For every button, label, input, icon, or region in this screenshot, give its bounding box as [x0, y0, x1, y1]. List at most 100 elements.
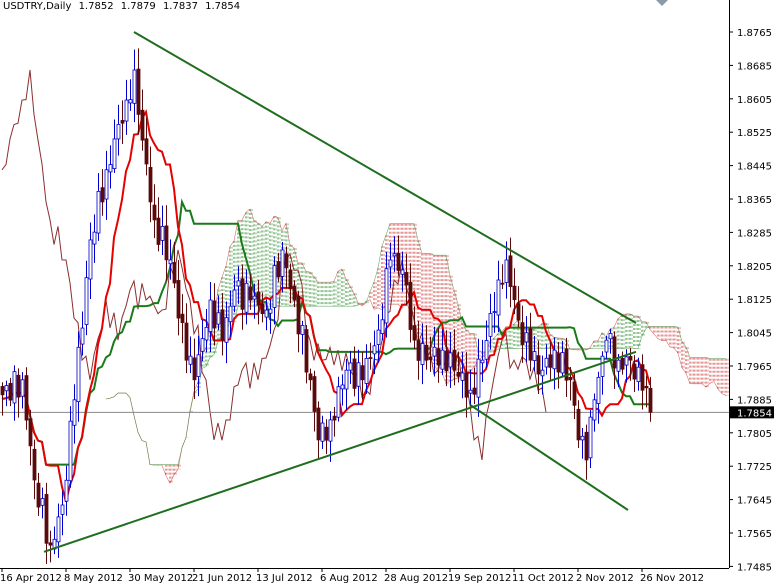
price-tick-label: 1.8765	[737, 28, 772, 39]
candle	[524, 316, 529, 363]
candle	[552, 337, 557, 390]
candle-body	[168, 259, 173, 265]
candle-body	[476, 358, 481, 398]
candle-body	[604, 339, 609, 353]
date-label: 11 Oct 2012	[512, 573, 574, 584]
candle	[128, 79, 133, 111]
candle	[24, 367, 29, 430]
candle-body	[44, 494, 49, 544]
candle-body	[576, 408, 581, 441]
candle-body	[304, 329, 309, 373]
candle-body	[180, 313, 185, 324]
candle-body	[4, 385, 9, 392]
price-tick-label: 1.8045	[737, 329, 772, 340]
price-tick-label: 1.8685	[737, 61, 772, 72]
candle	[20, 372, 25, 409]
candle-body	[520, 322, 525, 345]
date-label: 16 Apr 2012	[0, 573, 62, 584]
candle	[4, 380, 9, 407]
candle-body	[648, 387, 653, 413]
candle	[520, 305, 525, 363]
candle-body	[100, 187, 105, 203]
candle-body	[132, 69, 137, 104]
candle-body	[444, 350, 449, 372]
candle-body	[608, 333, 613, 340]
candle	[100, 169, 105, 216]
candle	[152, 184, 157, 239]
candle-body	[276, 261, 281, 278]
shift-marker-icon	[656, 0, 668, 6]
candle	[136, 48, 141, 135]
date-label: 30 May 2012	[128, 573, 193, 584]
candle-body	[516, 303, 521, 321]
candle-body	[56, 516, 61, 543]
candle	[348, 351, 353, 384]
candle	[192, 338, 197, 400]
candle-body	[380, 319, 385, 334]
candle-body	[48, 542, 53, 546]
candle-body	[8, 383, 13, 401]
candle-body	[632, 363, 637, 380]
candle-body	[324, 426, 329, 441]
candle	[592, 393, 597, 432]
candle	[216, 295, 221, 331]
candle	[336, 376, 341, 422]
candle-body	[412, 325, 417, 341]
price-tick-label: 1.8285	[737, 228, 772, 239]
candle-body	[468, 389, 473, 394]
candle	[176, 260, 181, 336]
candle-body	[200, 338, 205, 352]
candle	[308, 368, 313, 391]
candle	[576, 400, 581, 449]
candle-body	[424, 344, 429, 361]
price-chart[interactable]: 1.8765 1.8685 1.8605 1.8525 1.8445 1.8365 1.82…	[0, 0, 774, 586]
candle	[140, 89, 145, 151]
candle-body	[20, 379, 25, 397]
candle-body	[460, 372, 465, 381]
candle	[356, 349, 361, 406]
candle	[324, 419, 329, 455]
candle	[488, 293, 493, 350]
candle-body	[540, 369, 545, 377]
candle	[116, 104, 121, 156]
candle-body	[96, 190, 101, 234]
candle	[480, 339, 485, 382]
trendline-falling-channel	[469, 403, 629, 511]
candle-body	[524, 332, 529, 343]
candle	[344, 358, 349, 410]
candle-body	[548, 354, 553, 368]
candle-body	[292, 285, 297, 301]
candle-body	[364, 358, 369, 384]
candle	[644, 375, 649, 408]
candle	[312, 370, 317, 432]
candle-body	[484, 340, 489, 360]
candle-body	[60, 504, 65, 515]
candle	[240, 264, 245, 330]
candle	[40, 487, 45, 519]
candle-body	[368, 357, 373, 359]
candle	[408, 263, 413, 343]
price-tick-label: 1.7645	[737, 496, 772, 507]
candle-body	[24, 375, 29, 421]
candle	[148, 146, 153, 223]
price-tick-label: 1.7885	[737, 395, 772, 406]
candle-body	[192, 357, 197, 381]
candle-body	[404, 272, 409, 286]
candle	[424, 325, 429, 370]
candle-body	[12, 371, 17, 404]
candle-body	[344, 369, 349, 390]
candle-body	[288, 269, 293, 290]
price-tick-label: 1.7565	[737, 529, 772, 540]
candle	[56, 503, 61, 558]
candle	[104, 150, 109, 220]
candle	[84, 260, 89, 336]
candle	[304, 325, 309, 384]
candle	[88, 222, 93, 299]
candle-body	[464, 372, 469, 398]
candle-body	[432, 346, 437, 357]
candle-body	[492, 311, 497, 313]
candle	[580, 427, 585, 459]
candle-body	[528, 328, 533, 361]
candle	[528, 312, 533, 372]
candle-body	[612, 336, 617, 369]
